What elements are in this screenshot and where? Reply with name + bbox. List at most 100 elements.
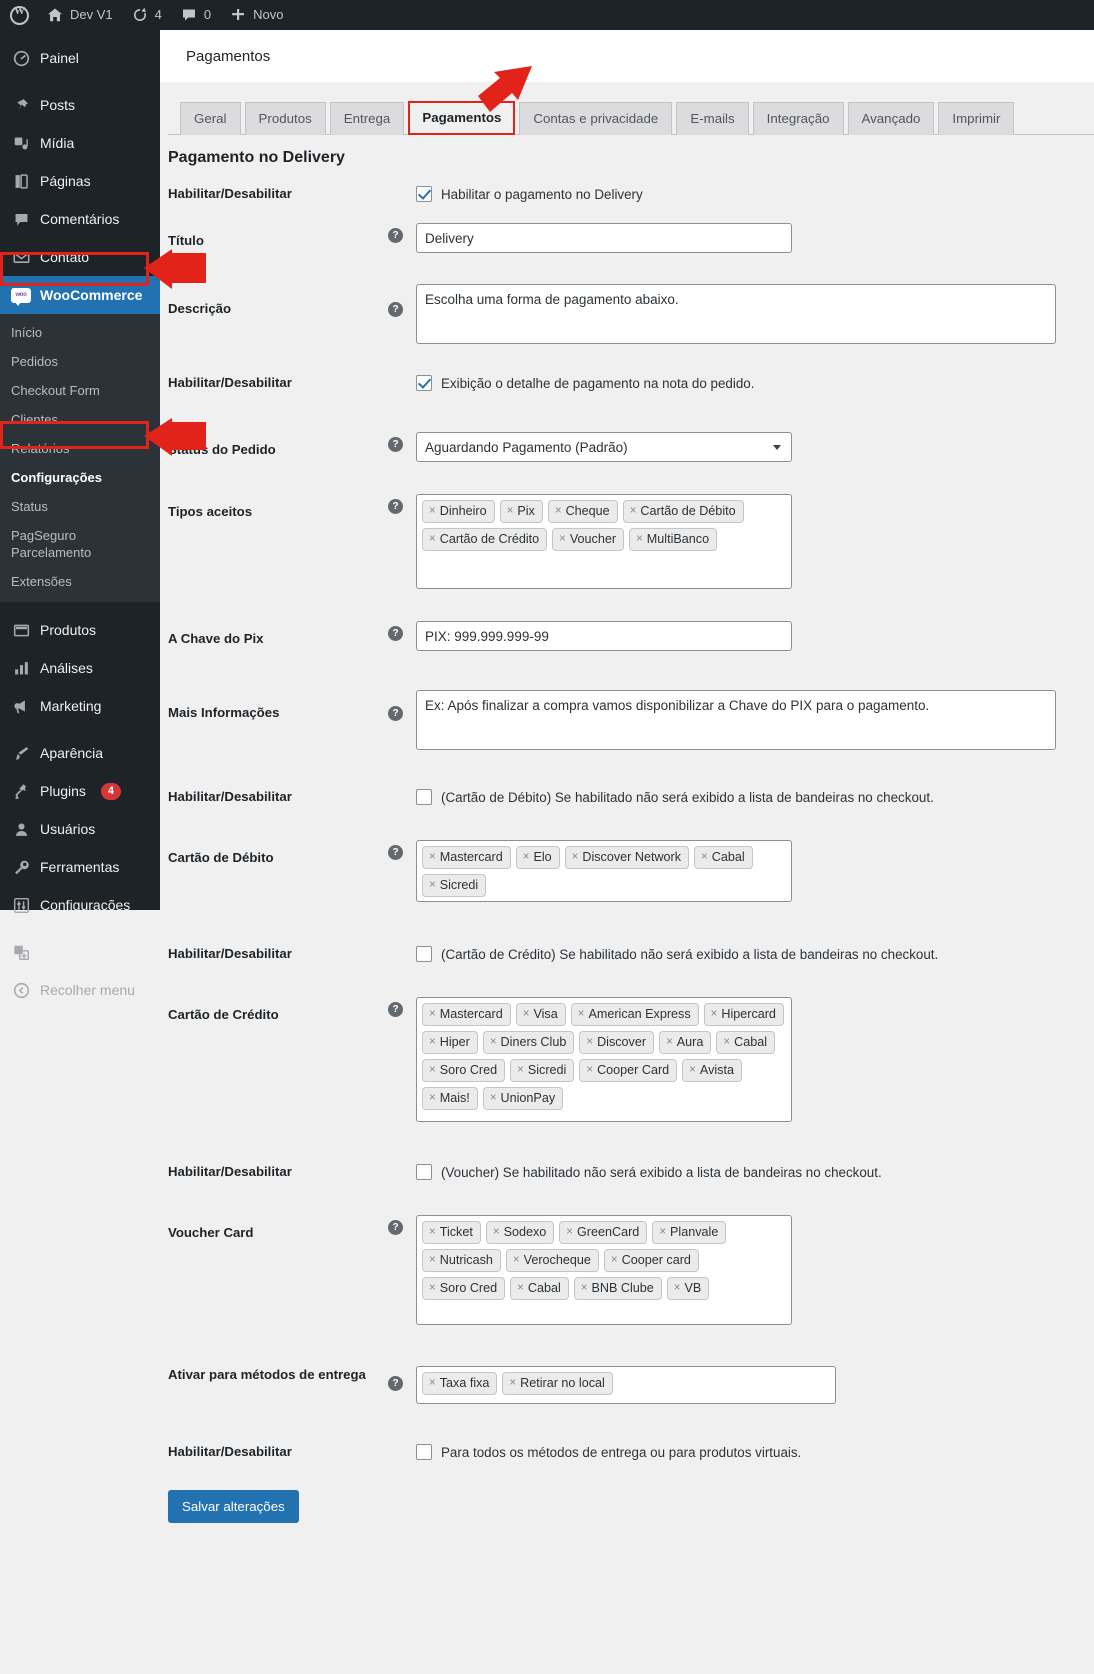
submenu-item-pagseguro-parcelamento[interactable]: PagSeguro Parcelamento <box>0 521 100 567</box>
token-chip[interactable]: × Mastercard <box>422 1003 511 1026</box>
token-remove-icon[interactable]: × <box>636 531 643 547</box>
token-chip[interactable]: × Soro Cred <box>422 1277 506 1300</box>
submenu-item-configuracoes[interactable]: Configurações <box>0 463 160 492</box>
help-icon[interactable]: ? <box>388 845 403 860</box>
token-chip[interactable]: × Cabal <box>716 1031 776 1054</box>
cartao-debito-tokenbox[interactable]: × Mastercard × Elo × Discover Network × Cabal × S… <box>416 840 792 902</box>
debito-toggle-checkbox-row[interactable]: (Cartão de Débito) Se habilitado não ser… <box>416 785 1094 805</box>
todos-metodos-checkbox[interactable] <box>416 1444 432 1460</box>
sidebar-item-analises[interactable]: Análises <box>0 649 160 687</box>
token-remove-icon[interactable]: × <box>523 849 530 865</box>
token-chip[interactable]: × Diners Club <box>482 1031 575 1054</box>
show-detail-checkbox-row[interactable]: Exibição o detalhe de pagamento na nota … <box>416 371 1094 391</box>
token-chip[interactable]: × Elo <box>515 846 560 869</box>
submenu-item-pedidos[interactable]: Pedidos <box>0 347 160 376</box>
field-help[interactable]: ? <box>388 831 416 860</box>
token-remove-icon[interactable]: × <box>429 531 436 547</box>
sidebar-item-configuracoes[interactable]: Configurações <box>0 886 160 924</box>
sidebar-item-woocommerce[interactable]: woo WooCommerce <box>0 276 160 314</box>
token-remove-icon[interactable]: × <box>507 503 514 519</box>
token-chip[interactable]: × Avista <box>682 1059 742 1082</box>
voucher-toggle-checkbox[interactable] <box>416 1164 432 1180</box>
token-remove-icon[interactable]: × <box>429 1280 436 1296</box>
token-remove-icon[interactable]: × <box>429 1062 436 1078</box>
token-chip[interactable]: × Cartão de Crédito <box>422 528 548 551</box>
token-chip[interactable]: × Cabal <box>510 1277 569 1300</box>
token-chip[interactable]: × Hipercard <box>703 1003 784 1026</box>
sidebar-item-painel[interactable]: Painel <box>0 39 160 77</box>
token-chip[interactable]: × Discover Network <box>564 846 690 869</box>
submenu-item-inicio[interactable]: Início <box>0 318 160 347</box>
sidebar-item-posts[interactable]: Posts <box>0 86 160 124</box>
help-icon[interactable]: ? <box>388 228 403 243</box>
sidebar-item-collapse-menu[interactable]: Recolher menu <box>0 971 160 1009</box>
help-icon[interactable]: ? <box>388 626 403 641</box>
sidebar-item-plugins[interactable]: Plugins 4 <box>0 772 160 810</box>
field-help[interactable]: ? <box>388 262 416 317</box>
token-chip[interactable]: × Nutricash <box>422 1249 501 1272</box>
submenu-item-clientes[interactable]: Clientes <box>0 405 160 434</box>
token-chip[interactable]: × Pix <box>499 500 543 523</box>
token-remove-icon[interactable]: × <box>674 1280 681 1296</box>
token-chip[interactable]: × BNB Clube <box>573 1277 662 1300</box>
help-icon[interactable]: ? <box>388 302 403 317</box>
token-remove-icon[interactable]: × <box>566 1224 573 1240</box>
token-chip[interactable]: × Retirar no local <box>502 1372 613 1395</box>
token-remove-icon[interactable]: × <box>513 1252 520 1268</box>
field-help[interactable]: ? <box>388 1352 416 1391</box>
help-icon[interactable]: ? <box>388 706 403 721</box>
mais-informacoes-textarea[interactable]: Ex: Após finalizar a compra vamos dispon… <box>416 690 1056 750</box>
token-chip[interactable]: × Aura <box>659 1031 712 1054</box>
token-remove-icon[interactable]: × <box>523 1006 530 1022</box>
comments-button[interactable]: 0 <box>171 0 220 30</box>
token-chip[interactable]: × Mais! <box>422 1087 478 1110</box>
token-chip[interactable]: × Cooper card <box>603 1249 699 1272</box>
token-remove-icon[interactable]: × <box>659 1224 666 1240</box>
cartao-credito-tokenbox[interactable]: × Mastercard × Visa × American Express × Hiperc… <box>416 997 792 1122</box>
submenu-item-extensoes[interactable]: Extensões <box>0 567 160 596</box>
tab-avancado[interactable]: Avançado <box>847 102 935 135</box>
site-name-menu[interactable]: Dev V1 <box>37 0 122 30</box>
token-remove-icon[interactable]: × <box>490 1090 497 1106</box>
token-remove-icon[interactable]: × <box>429 1252 436 1268</box>
token-remove-icon[interactable]: × <box>586 1034 593 1050</box>
debito-toggle-checkbox[interactable] <box>416 789 432 805</box>
token-remove-icon[interactable]: × <box>666 1034 673 1050</box>
field-help[interactable]: ? <box>388 423 416 452</box>
token-remove-icon[interactable]: × <box>429 503 436 519</box>
submenu-item-status[interactable]: Status <box>0 492 160 521</box>
token-remove-icon[interactable]: × <box>630 503 637 519</box>
chave-pix-input[interactable] <box>416 621 792 651</box>
metodos-entrega-tokenbox[interactable]: × Taxa fixa × Retirar no local <box>416 1366 836 1404</box>
field-help[interactable]: ? <box>388 988 416 1017</box>
sidebar-item-loco-translate[interactable]: Loco Translate <box>0 933 160 971</box>
token-chip[interactable]: × Planvale <box>652 1221 727 1244</box>
sidebar-item-ferramentas[interactable]: Ferramentas <box>0 848 160 886</box>
credito-toggle-checkbox[interactable] <box>416 946 432 962</box>
token-remove-icon[interactable]: × <box>429 1034 436 1050</box>
token-remove-icon[interactable]: × <box>429 1090 436 1106</box>
token-chip[interactable]: × Sicredi <box>422 874 487 897</box>
token-chip[interactable]: × VB <box>666 1277 710 1300</box>
sidebar-item-usuarios[interactable]: Usuários <box>0 810 160 848</box>
token-remove-icon[interactable]: × <box>429 849 436 865</box>
tab-imprimir[interactable]: Imprimir <box>938 102 1015 135</box>
token-remove-icon[interactable]: × <box>555 503 562 519</box>
token-remove-icon[interactable]: × <box>572 849 579 865</box>
sidebar-item-marketing[interactable]: Marketing <box>0 687 160 725</box>
field-help[interactable]: ? <box>388 672 416 721</box>
tab-geral[interactable]: Geral <box>180 102 241 135</box>
token-remove-icon[interactable]: × <box>429 1375 436 1391</box>
show-detail-checkbox[interactable] <box>416 375 432 391</box>
token-remove-icon[interactable]: × <box>701 849 708 865</box>
token-chip[interactable]: × Soro Cred <box>422 1059 506 1082</box>
credito-toggle-checkbox-row[interactable]: (Cartão de Crédito) Se habilitado não se… <box>416 942 1094 962</box>
enable-delivery-checkbox[interactable] <box>416 186 432 202</box>
tab-entrega[interactable]: Entrega <box>329 102 405 135</box>
voucher-toggle-checkbox-row[interactable]: (Voucher) Se habilitado não será exibido… <box>416 1160 1094 1180</box>
token-chip[interactable]: × UnionPay <box>482 1087 564 1110</box>
titulo-input[interactable] <box>416 223 792 253</box>
token-remove-icon[interactable]: × <box>509 1375 516 1391</box>
descricao-textarea[interactable]: Escolha uma forma de pagamento abaixo. <box>416 284 1056 344</box>
token-remove-icon[interactable]: × <box>723 1034 730 1050</box>
